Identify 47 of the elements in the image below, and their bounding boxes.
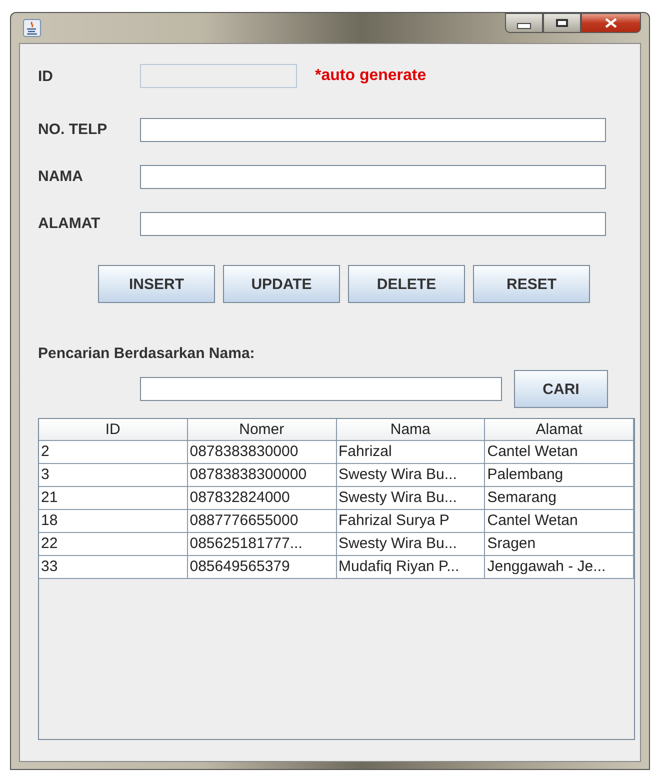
table-cell: Fahrizal [336,441,486,464]
text-field[interactable] [140,212,606,236]
column-header[interactable]: ID [39,419,188,441]
table-cell: Cantel Wetan [485,441,634,464]
field-label: NO. TELP [38,121,108,138]
table-cell: Semarang [485,487,634,510]
table-cell: Swesty Wira Bu... [336,487,486,510]
close-button[interactable] [581,13,641,33]
text-field[interactable] [140,164,606,188]
table-cell: Cantel Wetan [485,510,634,533]
table-cell: 0887776655000 [188,510,336,533]
table-cell: Sragen [485,533,634,556]
table-cell: 08783838300000 [188,464,336,487]
column-header[interactable]: Nama [336,419,486,441]
field-label: ID [38,68,54,84]
column-header[interactable]: Alamat [485,419,634,441]
maximize-button[interactable] [543,13,581,33]
auto-generate-note: *auto generate [315,67,426,85]
table-cell: 18 [39,510,188,533]
table-cell: Swesty Wira Bu... [336,533,486,556]
table-cell: Fahrizal Surya P [336,510,486,533]
table-cell: Mudafiq Riyan P... [336,556,486,579]
search-field[interactable] [140,377,502,401]
field-label: NAMA [38,168,84,185]
field-label: ALAMAT [38,215,102,232]
table-cell: 087832824000 [188,487,336,510]
text-field[interactable] [140,118,606,142]
table-cell: 3 [39,464,188,487]
table-cell: Palembang [485,464,634,487]
close-icon [605,18,617,28]
search-label: Pencarian Berdasarkan Nama: [38,345,256,362]
table-cell: 22 [39,533,188,556]
table-cell: Jenggawah - Je... [485,556,634,579]
table-cell: 2 [39,441,188,464]
table-cell: 21 [39,487,188,510]
action-button[interactable]: INSERT [98,265,215,303]
table-cell: Swesty Wira Bu... [336,464,486,487]
action-button[interactable]: DELETE [348,265,465,303]
table-cell: 085625181777... [188,533,336,556]
search-button[interactable]: CARI [514,370,608,408]
action-button[interactable]: UPDATE [223,265,340,303]
action-button[interactable]: RESET [473,265,590,303]
table-cell: 33 [39,556,188,579]
column-header[interactable]: Nomer [188,419,336,441]
table-cell: 085649565379 [188,556,336,579]
minimize-button[interactable] [505,13,543,33]
table-cell: 0878383830000 [188,441,336,464]
